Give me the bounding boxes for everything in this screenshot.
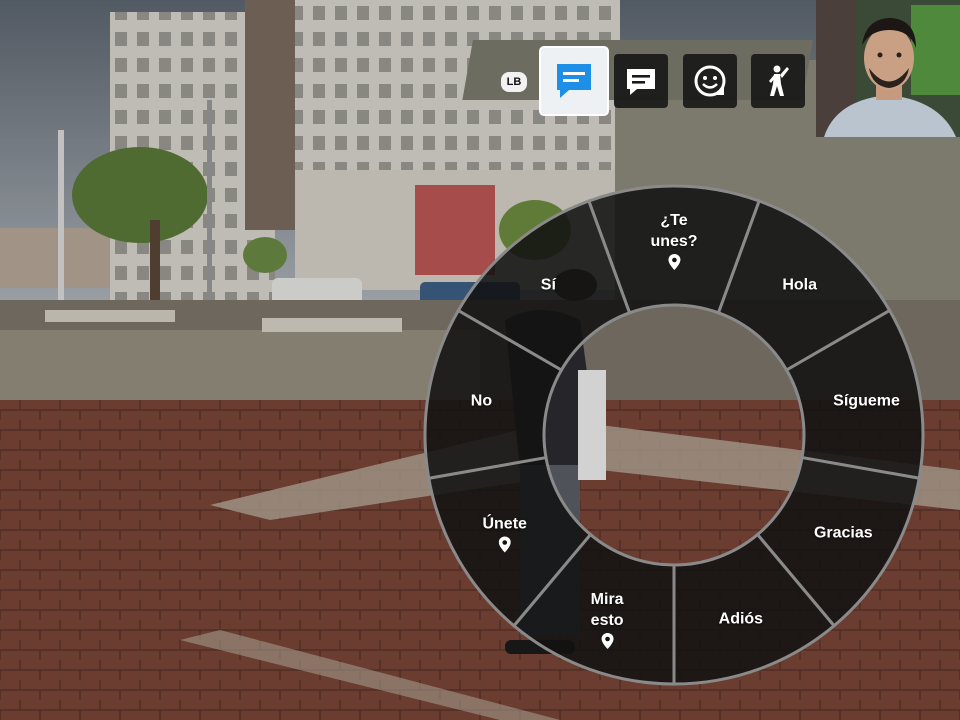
tab-gestures[interactable] [751,54,805,108]
tab-messages[interactable] [614,54,668,108]
message-icon [627,69,655,95]
webcam-overlay [816,0,960,137]
tab-stickers[interactable] [683,54,737,108]
lb-button-hint: LB [501,72,527,92]
player-gesture-icon [769,65,789,96]
sticker-emote-icon [694,65,726,97]
chat-bubble-icon [557,64,591,98]
tab-quick-chat[interactable] [541,48,607,114]
streamer-avatar [816,0,960,137]
